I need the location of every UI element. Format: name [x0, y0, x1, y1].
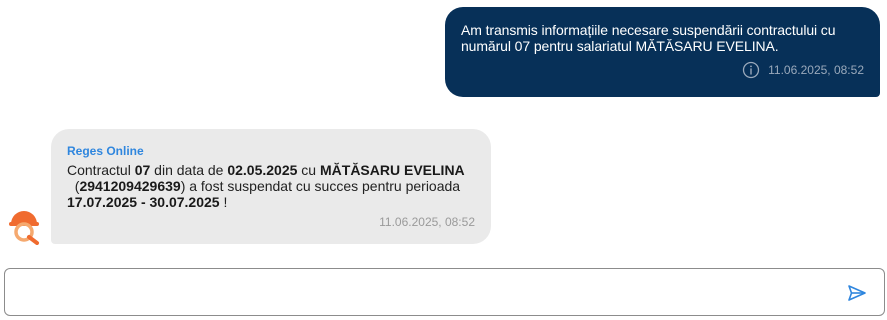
outgoing-message: Am transmis informațiile necesare suspen… — [445, 7, 880, 97]
outgoing-timestamp: 11.06.2025, 08:52 — [768, 63, 864, 77]
message-composer — [4, 268, 885, 316]
employee-name: MĂTĂSARU EVELINA — [320, 162, 465, 178]
contract-date: 02.05.2025 — [227, 162, 298, 178]
chat-window: Am transmis informațiile necesare suspen… — [0, 0, 887, 320]
send-button[interactable] — [846, 282, 868, 304]
reges-logo-icon — [7, 207, 43, 245]
outgoing-message-text: Am transmis informațiile necesare suspen… — [461, 22, 836, 54]
text-part: din data de — [150, 162, 228, 178]
text-part: ! — [219, 194, 228, 210]
text-part: ( — [67, 178, 80, 194]
employee-cnp: 2941209429639 — [79, 178, 181, 194]
text-part: Contractul — [67, 162, 135, 178]
contract-number: 07 — [134, 162, 151, 178]
outgoing-message-meta: 11.06.2025, 08:52 — [742, 61, 864, 79]
info-circle-icon[interactable] — [742, 61, 760, 79]
message-input[interactable] — [17, 277, 837, 307]
send-icon — [848, 285, 866, 301]
suspension-period: 17.07.2025 - 30.07.2025 — [67, 194, 220, 210]
incoming-timestamp: 11.06.2025, 08:52 — [379, 215, 475, 229]
sender-name: Reges Online — [67, 144, 144, 158]
text-part: cu — [297, 162, 320, 178]
text-part: ) a fost suspendat cu succes pentru peri… — [180, 178, 461, 194]
incoming-message-text: Contractul 07 din data de 02.05.2025 cu … — [67, 162, 475, 210]
incoming-message: Reges Online Contractul 07 din data de 0… — [51, 129, 491, 244]
